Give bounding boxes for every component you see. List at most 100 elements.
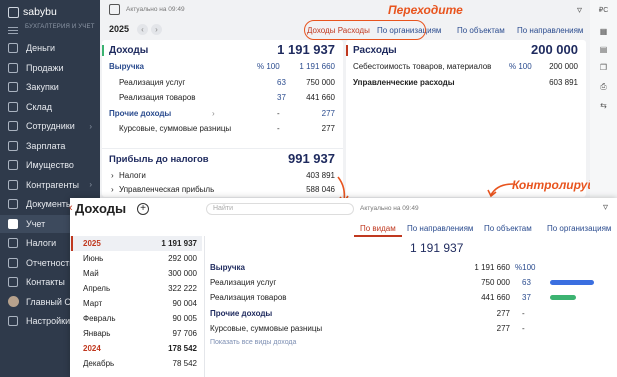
sidebar-item-5[interactable]: Зарплата xyxy=(0,137,100,155)
prev-arrow-icon[interactable]: ‹ xyxy=(137,24,148,35)
filter-icon[interactable]: ▿ xyxy=(603,202,608,213)
share-bar xyxy=(550,295,576,300)
income-row[interactable]: Реализация услуг 63 750 000 xyxy=(102,76,343,90)
sidebar-item-3[interactable]: Склад xyxy=(0,98,100,116)
income-title: Доходы xyxy=(109,45,149,56)
income-row[interactable]: Прочие доходы -277 › xyxy=(102,107,343,121)
income-type-row[interactable]: Прочие доходы 277- xyxy=(210,306,610,321)
tab-directions[interactable]: По направлениям xyxy=(517,26,583,35)
tab-by-direction[interactable]: По направлениям xyxy=(407,224,473,233)
accounting-icon xyxy=(8,218,18,229)
settings-icon xyxy=(8,316,18,326)
grid-icon[interactable]: ▦ xyxy=(598,27,609,36)
period-row[interactable]: Февраль 90 005 xyxy=(70,311,202,326)
sidebar-item-label: Настройки xyxy=(26,316,71,326)
income-marker xyxy=(102,45,104,56)
income-popup: ‹ Доходы + Найти Актуально на 09:49 ▿ По… xyxy=(69,198,617,377)
next-arrow-icon[interactable]: › xyxy=(151,24,162,35)
tab-by-organization[interactable]: По организациям xyxy=(547,224,611,233)
sidebar-item-1[interactable]: Продажи xyxy=(0,59,100,77)
tab-by-object[interactable]: По объектам xyxy=(484,224,532,233)
popup-updated-label: Актуально на 09:49 xyxy=(360,205,419,212)
org-label[interactable]: БУХГАЛТЕРИЯ И УЧЕТ xyxy=(25,24,95,30)
sidebar-item-7[interactable]: Контрагенты › xyxy=(0,176,100,194)
back-icon[interactable]: ‹ xyxy=(69,202,73,214)
sidebar-item-2[interactable]: Закупки xyxy=(0,78,100,96)
popup-title: Доходы xyxy=(75,201,127,216)
chevron-right-icon: › xyxy=(89,180,92,189)
sidebar-item-label: Склад xyxy=(26,101,53,112)
annotation-arrow-left xyxy=(487,183,514,198)
year-label[interactable]: 2025 xyxy=(109,24,129,34)
layout-icon[interactable]: ▤ xyxy=(598,45,609,54)
sidebar-item-label: Деньги xyxy=(26,43,56,53)
annotation-circle xyxy=(304,20,426,40)
period-row[interactable]: Январь 97 706 xyxy=(70,326,202,341)
sidebar-item-label: Отчетность xyxy=(26,257,74,268)
management-profit-row[interactable]: › Управленческая прибыль 588 046 xyxy=(102,183,343,197)
taxes-row[interactable]: › Налоги 403 891 xyxy=(102,169,343,183)
tab-objects[interactable]: По объектам xyxy=(457,26,505,35)
profit-label: Прибыль до налогов xyxy=(109,154,209,165)
income-card[interactable]: Доходы 1 191 937 Выручка% 100 1 191 660 Ре… xyxy=(102,40,343,197)
sidebar-item-label: Имущество xyxy=(26,160,74,170)
period-row[interactable]: Май 300 000 xyxy=(70,266,202,281)
cart-icon xyxy=(8,62,18,73)
filter-icon[interactable]: ▿ xyxy=(577,5,582,16)
salary-icon xyxy=(8,140,18,151)
chevron-right-icon: › xyxy=(111,185,114,194)
people-icon xyxy=(8,121,18,131)
box-icon xyxy=(8,82,18,92)
period-row[interactable]: 2025 1 191 937 xyxy=(70,236,202,251)
sidebar-item-0[interactable]: Деньги xyxy=(0,39,100,57)
app-logo[interactable]: sabybu xyxy=(8,5,57,19)
expense-row[interactable]: Себестоимость товаров, материалов% 100 20… xyxy=(346,60,586,74)
logo-icon xyxy=(8,6,19,18)
sidebar-item-label: Контакты xyxy=(26,277,65,287)
expense-card[interactable]: Расходы 200 000 Себестоимость товаров, м… xyxy=(346,40,586,197)
annotation-top: Переходите xyxy=(388,3,463,17)
income-type-row[interactable]: Курсовые, суммовые разницы 277- xyxy=(210,321,610,336)
property-icon xyxy=(8,160,18,170)
wallet-icon xyxy=(8,43,18,53)
sidebar-item-label: Сотрудники xyxy=(26,121,75,131)
currency-icon[interactable]: ₽C xyxy=(598,6,609,14)
sidebar-item-4[interactable]: Сотрудники › xyxy=(0,117,100,135)
print-icon[interactable]: ⎙ xyxy=(598,82,609,92)
income-type-row[interactable]: Реализация услуг 750 000 63 xyxy=(210,275,610,290)
partners-icon xyxy=(8,179,18,190)
sidebar-item-label: Продажи xyxy=(26,62,64,73)
warehouse-icon xyxy=(8,101,18,112)
income-total: 1 191 937 xyxy=(277,42,335,57)
period-row[interactable]: Апрель 322 222 xyxy=(70,281,202,296)
period-row[interactable]: 2024 178 542 xyxy=(70,341,202,356)
show-all-link[interactable]: Показать все виды дохода xyxy=(210,339,296,346)
tab-by-type[interactable]: По видам xyxy=(360,224,396,233)
active-tab-underline xyxy=(354,235,402,237)
share-bar xyxy=(550,280,595,285)
chevron-right-icon: › xyxy=(89,121,92,131)
avatar xyxy=(8,296,19,307)
period-row[interactable]: Март 90 004 xyxy=(70,296,202,311)
income-type-row[interactable]: Выручка 1 191 660 %100 xyxy=(210,260,610,275)
period-row[interactable]: Июнь 292 000 xyxy=(70,251,202,266)
income-row[interactable]: Выручка% 100 1 191 660 xyxy=(102,60,343,74)
swap-icon[interactable]: ⇆ xyxy=(598,101,609,110)
sidebar-item-label: Контрагенты xyxy=(26,179,80,190)
sidebar-item-6[interactable]: Имущество xyxy=(0,156,100,174)
expense-row[interactable]: Управленческие расходы 603 891 xyxy=(346,76,586,90)
income-row[interactable]: Курсовые, суммовые разницы -277 xyxy=(102,122,343,136)
income-type-row[interactable]: Реализация товаров 441 660 37 xyxy=(210,290,610,305)
expense-title: Расходы xyxy=(353,45,397,56)
copy-icon[interactable]: ❐ xyxy=(598,63,609,72)
chevron-right-icon: › xyxy=(111,171,114,180)
contacts-icon xyxy=(8,277,18,287)
income-row[interactable]: Реализация товаров 37 441 660 xyxy=(102,91,343,105)
menu-icon[interactable] xyxy=(8,25,18,36)
expense-total: 200 000 xyxy=(531,42,578,57)
period-row[interactable]: Декабрь 78 542 xyxy=(70,356,202,371)
search-input[interactable]: Найти xyxy=(206,203,354,215)
add-button[interactable]: + xyxy=(137,203,149,215)
sidebar-item-label: Зарплата xyxy=(26,140,66,151)
sidebar-item-label: Документы xyxy=(26,199,73,209)
